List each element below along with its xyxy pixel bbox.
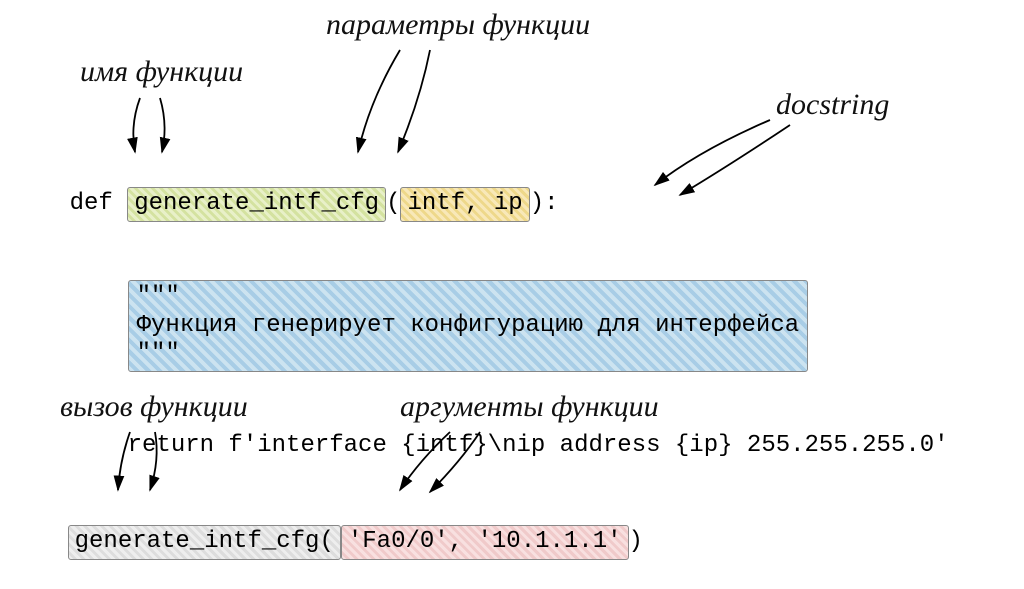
label-function-params: параметры функции	[326, 8, 590, 42]
label-docstring: docstring	[776, 88, 889, 122]
call-args-box: 'Fa0/0', '10.1.1.1'	[341, 525, 629, 560]
params-text: intf, ip	[407, 190, 522, 217]
params-box: intf, ip	[400, 187, 529, 222]
call-args-text: 'Fa0/0', '10.1.1.1'	[348, 528, 622, 555]
call-paren-open: (	[319, 528, 333, 555]
paren-open: (	[386, 190, 400, 217]
function-call-block: generate_intf_cfg( 'Fa0/0', '10.1.1.1')	[10, 498, 643, 587]
doc-close: """	[137, 340, 180, 367]
doc-open: """	[137, 283, 180, 310]
function-definition: def generate_intf_cfg ( intf, ip): """Функ…	[12, 160, 949, 486]
function-name-text: generate_intf_cfg	[134, 190, 379, 217]
return-text: return f'interface {intf}\nip address {i…	[128, 432, 949, 459]
def-keyword: def	[70, 190, 128, 217]
label-function-name: имя функции	[80, 55, 243, 89]
return-line: return f'interface {intf}\nip address {i…	[12, 405, 949, 486]
def-line: def generate_intf_cfg ( intf, ip):	[12, 160, 949, 249]
call-name-text: generate_intf_cfg	[75, 528, 320, 555]
doc-text: Функция генерирует конфигурацию для инте…	[137, 312, 800, 339]
call-line: generate_intf_cfg( 'Fa0/0', '10.1.1.1')	[10, 498, 643, 587]
docstring-box: """Функция генерирует конфигурацию для и…	[128, 280, 809, 372]
call-name-box: generate_intf_cfg(	[68, 525, 341, 560]
paren-close-colon: ):	[530, 190, 559, 217]
function-name-box: generate_intf_cfg	[127, 187, 386, 222]
call-paren-close: )	[629, 528, 643, 555]
docstring-block: """Функция генерирует конфигурацию для и…	[12, 253, 949, 399]
